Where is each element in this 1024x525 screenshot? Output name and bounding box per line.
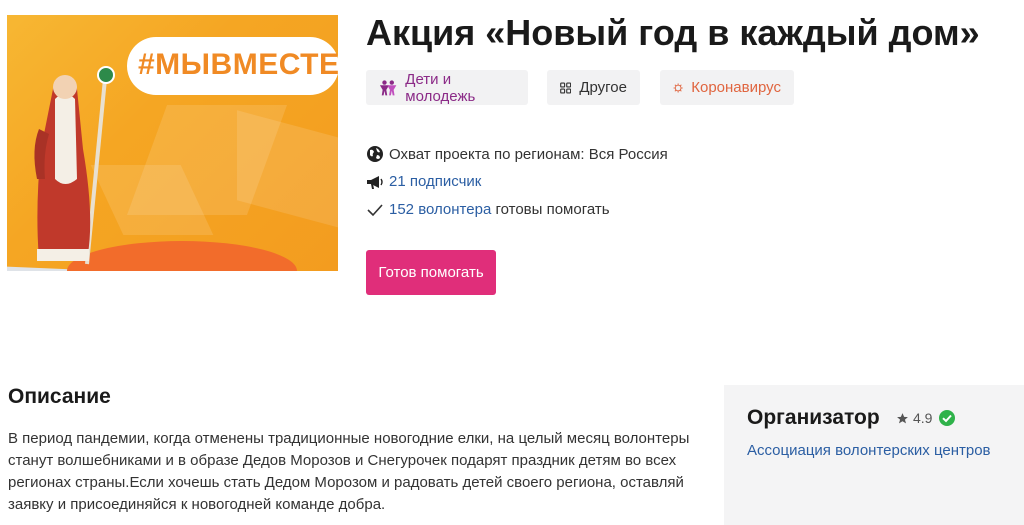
project-title: Акция «Новый год в каждый дом»	[366, 12, 980, 53]
tag-label: Коронавирус	[691, 79, 781, 96]
virus-icon	[673, 82, 683, 93]
volunteers: 152 волонтера готовы помогать	[366, 201, 610, 218]
organizer-rating: 4.9	[896, 410, 956, 426]
rating-value: 4.9	[913, 410, 933, 426]
organizer-name-link[interactable]: Ассоциация волонтерских центров	[747, 442, 991, 459]
subscribers-link[interactable]: 21 подписчик	[389, 173, 481, 190]
hashtag-banner-text: #МЫВМЕСТЕ	[138, 48, 338, 81]
star-icon	[897, 412, 908, 423]
tag-other[interactable]: Другое	[547, 70, 640, 105]
globe-icon	[367, 146, 383, 162]
tag-label: Дети и молодежь	[405, 70, 476, 105]
organizer-title: Организатор	[747, 406, 880, 429]
tag-coronavirus[interactable]: Коронавирус	[660, 70, 794, 105]
subscribers[interactable]: 21 подписчик	[366, 173, 481, 190]
people-icon	[379, 79, 397, 95]
description-text: В период пандемии, когда отменены традиц…	[8, 430, 690, 513]
description-title: Описание	[8, 385, 111, 408]
tag-label: Другое	[579, 79, 627, 96]
megaphone-icon	[367, 175, 383, 189]
organizer-card: Организатор 4.9 Ассоциация волонтерских …	[724, 385, 1024, 525]
region-coverage: Охват проекта по регионам: Вся Россия	[366, 145, 668, 163]
volunteers-link[interactable]: 152 волонтера	[389, 201, 491, 218]
region-coverage-text: Охват проекта по регионам: Вся Россия	[389, 145, 668, 163]
grid-icon	[560, 81, 572, 94]
verified-icon	[939, 410, 956, 426]
check-icon	[367, 203, 383, 216]
tag-kids-youth[interactable]: Дети и молодежь	[366, 70, 528, 105]
ready-to-help-button[interactable]: Готов помогать	[366, 250, 496, 295]
santa-figure	[34, 66, 115, 265]
volunteers-suffix: готовы помогать	[491, 201, 610, 218]
project-image: #МЫВМЕСТЕ	[7, 15, 338, 271]
